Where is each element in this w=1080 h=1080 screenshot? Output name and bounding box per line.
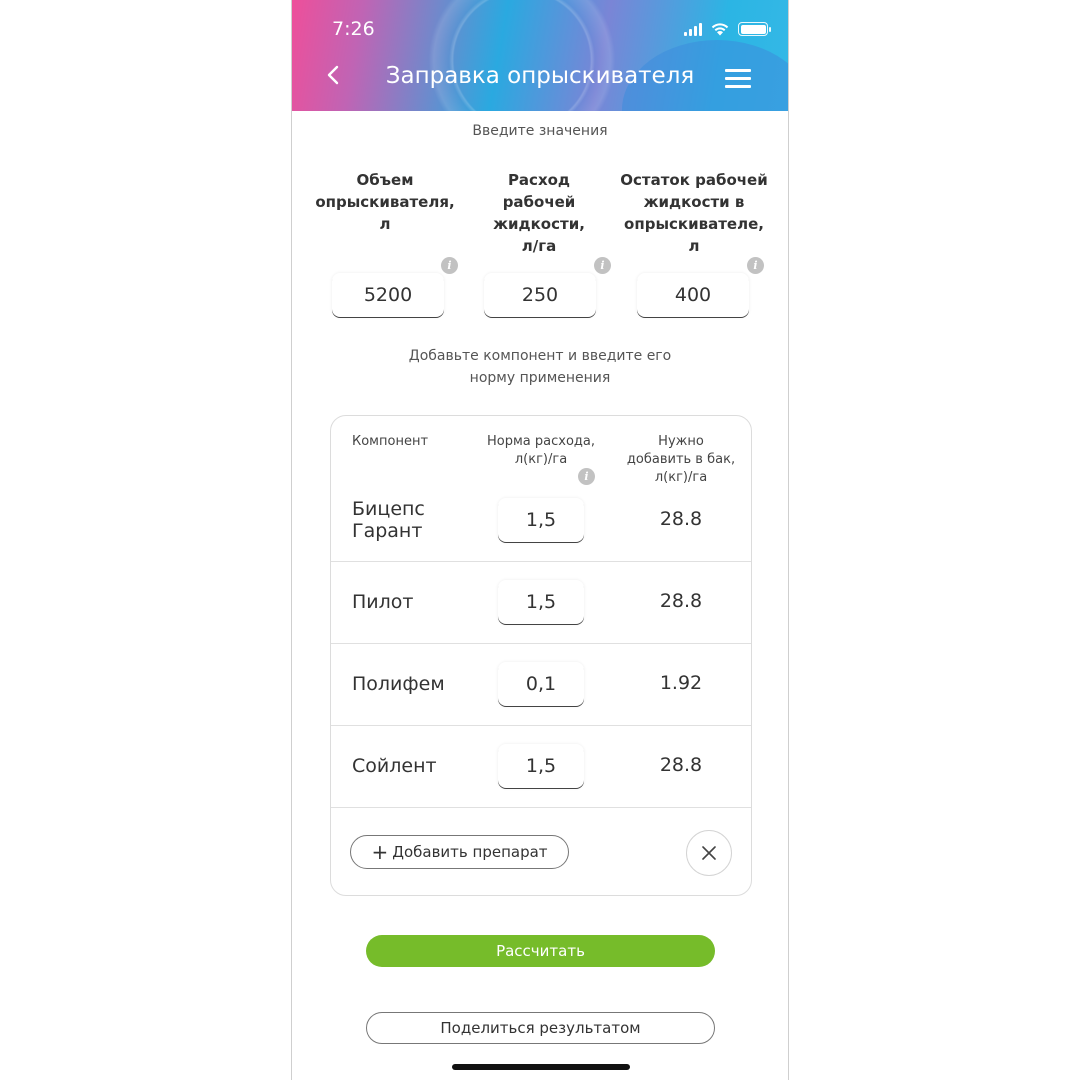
rate-input[interactable]: 1,5 — [498, 580, 584, 624]
share-button[interactable]: Поделиться результатом — [366, 1012, 715, 1044]
wifi-icon — [711, 23, 729, 36]
need-value: 28.8 — [659, 508, 703, 530]
components-prompt: Добавьте компонент и введите его норму п… — [408, 348, 672, 386]
app-header: 7:26 Заправка опрыскивателя — [292, 0, 788, 111]
component-name: Полифем — [352, 673, 445, 695]
table-row: Пилот 1,5 28.8 — [331, 562, 751, 644]
component-name: Сойлент — [352, 755, 437, 777]
column-header-rate: Норма расхода, л(кг)/га — [487, 434, 595, 467]
components-table: Компонент Норма расхода, л(кг)/га i Нужн… — [330, 415, 752, 896]
hamburger-menu-icon — [725, 69, 751, 72]
plus-icon: + — [371, 840, 389, 864]
phone-screen: 7:26 Заправка опрыскивателя Введите знач… — [291, 0, 789, 1080]
rate-input[interactable]: 1,5 — [498, 744, 584, 788]
rate-input[interactable]: 0,1 — [498, 662, 584, 706]
close-icon — [702, 846, 716, 860]
info-icon[interactable]: i — [441, 257, 458, 274]
add-component-button[interactable]: + Добавить препарат — [350, 835, 569, 869]
need-value: 1.92 — [659, 672, 703, 694]
component-name: Бицепс Гарант — [352, 498, 425, 542]
column-header-component: Компонент — [352, 434, 429, 449]
clear-button[interactable] — [686, 830, 732, 876]
home-indicator — [452, 1064, 630, 1070]
need-value: 28.8 — [659, 754, 703, 776]
page-title: Заправка опрыскивателя — [385, 63, 695, 89]
volume-label: Объем опрыскивателя, л — [315, 171, 455, 233]
flow-input[interactable]: 250 — [484, 273, 596, 317]
component-name: Пилот — [352, 591, 414, 613]
column-header-need: Нужно добавить в бак, л(кг)/га — [626, 434, 736, 485]
signal-icon — [684, 22, 702, 36]
info-icon[interactable]: i — [594, 257, 611, 274]
battery-icon — [738, 22, 771, 36]
remainder-label: Остаток рабочей жидкости в опрыскивателе… — [620, 171, 768, 255]
flow-label: Расход рабочей жидкости, л/га — [493, 171, 585, 255]
table-row: Сойлент 1,5 28.8 — [331, 726, 751, 808]
status-time: 7:26 — [332, 18, 375, 40]
rate-input[interactable]: 1,5 — [498, 498, 584, 542]
table-row: Полифем 0,1 1.92 — [331, 644, 751, 726]
need-value: 28.8 — [659, 590, 703, 612]
info-icon[interactable]: i — [747, 257, 764, 274]
inputs-prompt: Введите значения — [472, 123, 608, 139]
menu-button[interactable] — [725, 69, 751, 93]
header-decoration — [402, 0, 642, 111]
remainder-input[interactable]: 400 — [637, 273, 749, 317]
volume-input[interactable]: 5200 — [332, 273, 444, 317]
status-icons — [684, 22, 771, 36]
table-row: Бицепс Гарант 1,5 28.8 — [331, 480, 751, 562]
calculate-button[interactable]: Рассчитать — [366, 935, 715, 967]
